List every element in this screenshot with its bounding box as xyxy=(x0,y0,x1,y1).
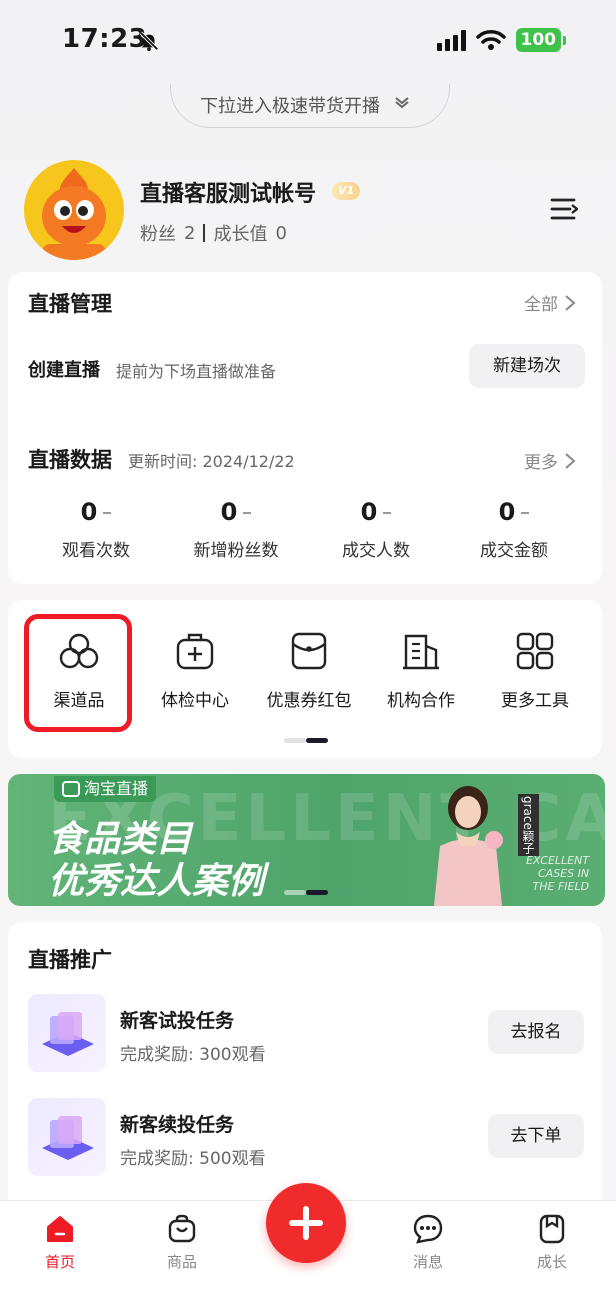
tool-coupons[interactable]: 优惠券红包 xyxy=(254,630,364,711)
highlight-box xyxy=(24,614,132,732)
tab-label: 成长 xyxy=(536,1253,567,1271)
metric-views[interactable]: 0 观看次数 xyxy=(26,498,166,561)
pull-hint-text: 下拉进入极速带货开播 xyxy=(200,96,380,117)
red-envelope-icon xyxy=(291,632,327,670)
metric-label: 成交人数 xyxy=(342,541,410,561)
task-reward: 完成奖励: 300观看 xyxy=(120,1045,266,1065)
metric-value: 0 xyxy=(498,498,516,526)
bottom-tab-bar: 首页 商品 消息 成长 xyxy=(0,1183,616,1298)
live-management-title: 直播管理 xyxy=(28,292,112,316)
all-label: 全部 xyxy=(524,295,558,315)
battery-icon: 100 xyxy=(515,28,566,52)
task-title: 新客续投任务 xyxy=(120,1114,235,1136)
building-icon xyxy=(403,634,439,670)
metric-buyers[interactable]: 0 成交人数 xyxy=(306,498,446,561)
status-bar: 17:23 100 xyxy=(0,0,616,82)
fans-label: 粉丝 xyxy=(140,224,176,245)
growth-value: 0 xyxy=(275,222,287,244)
metric-label: 观看次数 xyxy=(62,541,130,561)
growth-label: 成长值 xyxy=(213,224,268,245)
signup-button[interactable]: 去报名 xyxy=(488,1010,584,1054)
metric-value: 0 xyxy=(80,498,98,526)
growth-icon xyxy=(539,1214,565,1244)
tool-label: 机构合作 xyxy=(387,691,455,711)
message-icon xyxy=(413,1214,443,1244)
presenter-name: grace颖子 xyxy=(518,794,539,856)
tools-page-indicator xyxy=(284,738,328,743)
metric-label: 成交金额 xyxy=(480,541,548,561)
metric-value: 0 xyxy=(360,498,378,526)
tab-home[interactable]: 首页 xyxy=(20,1213,100,1272)
chevron-down-icon xyxy=(395,97,409,109)
promo-banner[interactable]: EXCELLENT CASE 淘宝直播 食品类目 优秀达人案例 grace颖子 … xyxy=(8,774,605,906)
task-thumbnail xyxy=(28,994,106,1072)
tool-label: 优惠券红包 xyxy=(266,691,352,711)
banner-tag-text: 淘宝直播 xyxy=(84,779,149,798)
home-icon xyxy=(47,1216,73,1242)
banner-cases-text: EXCELLENT CASES IN THE FIELD xyxy=(526,854,590,893)
shopping-bag-icon xyxy=(168,1214,196,1243)
medical-kit-icon xyxy=(176,633,214,670)
fans-count: 2 xyxy=(184,222,196,244)
create-live-label: 创建直播 xyxy=(28,360,100,381)
cellular-signal-icon xyxy=(436,29,466,51)
live-data-more-link[interactable]: 更多 xyxy=(524,448,576,473)
status-time: 17:23 xyxy=(62,24,148,54)
chevron-right-icon xyxy=(565,452,576,469)
new-session-button[interactable]: 新建场次 xyxy=(469,344,585,388)
avatar[interactable] xyxy=(24,160,124,260)
tab-label: 首页 xyxy=(44,1253,75,1271)
metric-new-fans[interactable]: 0 新增粉丝数 xyxy=(166,498,306,561)
chevron-right-icon xyxy=(565,294,576,311)
tool-label: 体检中心 xyxy=(161,691,229,711)
tool-more-tools[interactable]: 更多工具 xyxy=(480,630,590,711)
metric-gmv[interactable]: 0 成交金额 xyxy=(444,498,584,561)
live-management-card: 直播管理 全部 创建直播 提前为下场直播做准备 新建场次 直播数据 更新时间: … xyxy=(8,272,602,584)
profile-stats: 粉丝 2 成长值 0 xyxy=(140,220,287,246)
menu-icon[interactable] xyxy=(550,196,578,222)
banner-tag: 淘宝直播 xyxy=(54,776,157,802)
live-promotion-card: 直播推广 新客试投任务 完成奖励: 300观看 去报名 新客续投任务 完成奖励:… xyxy=(8,922,602,1212)
presenter-photo xyxy=(434,786,503,906)
live-data-title: 直播数据 xyxy=(28,448,112,472)
mascot-avatar-icon xyxy=(42,168,106,260)
tools-card: 渠道品 体检中心 优惠券红包 机构合作 更多工具 xyxy=(8,600,602,758)
tool-health-check[interactable]: 体检中心 xyxy=(140,630,250,711)
live-management-all-link[interactable]: 全部 xyxy=(524,290,576,315)
task-title: 新客试投任务 xyxy=(120,1010,235,1032)
divider xyxy=(203,224,206,242)
more-label: 更多 xyxy=(524,453,558,473)
tv-icon xyxy=(62,781,80,797)
task-thumbnail xyxy=(28,1098,106,1176)
live-data-update-time: 更新时间: 2024/12/22 xyxy=(128,452,295,471)
tab-products[interactable]: 商品 xyxy=(142,1213,222,1272)
live-promotion-title: 直播推广 xyxy=(28,948,112,972)
tab-messages[interactable]: 消息 xyxy=(388,1213,468,1272)
task-reward: 完成奖励: 500观看 xyxy=(120,1149,266,1169)
tool-label: 更多工具 xyxy=(501,691,569,711)
order-button[interactable]: 去下单 xyxy=(488,1114,584,1158)
account-name: 直播客服测试帐号 xyxy=(140,182,317,207)
metric-value: 0 xyxy=(220,498,238,526)
plus-icon xyxy=(289,1206,323,1240)
tab-label: 消息 xyxy=(412,1253,443,1271)
create-live-desc: 提前为下场直播做准备 xyxy=(116,362,277,381)
metric-label: 新增粉丝数 xyxy=(193,541,279,561)
tab-label: 商品 xyxy=(166,1253,197,1271)
banner-headline-2: 优秀达人案例 xyxy=(48,860,265,902)
create-live-fab[interactable] xyxy=(266,1183,346,1263)
tab-growth[interactable]: 成长 xyxy=(512,1213,592,1272)
grid-icon xyxy=(516,632,554,670)
promo-task-item: 新客续投任务 完成奖励: 500观看 去下单 xyxy=(28,1098,584,1178)
wifi-icon xyxy=(475,30,506,50)
tool-agency-cooperation[interactable]: 机构合作 xyxy=(366,630,476,711)
promo-task-item: 新客试投任务 完成奖励: 300观看 去报名 xyxy=(28,994,584,1074)
level-badge: V1 xyxy=(332,182,361,200)
banner-page-indicator xyxy=(284,890,328,895)
bell-muted-icon xyxy=(139,31,159,52)
